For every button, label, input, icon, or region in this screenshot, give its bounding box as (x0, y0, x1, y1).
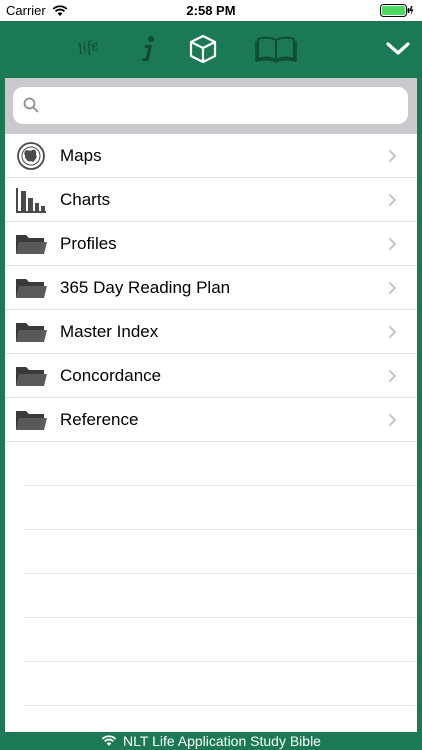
globe-icon (15, 142, 47, 170)
life-logo-icon: life (76, 31, 108, 67)
list-item-reading-plan[interactable]: 365 Day Reading Plan (5, 266, 417, 310)
folder-icon (15, 230, 47, 258)
search-icon (23, 97, 39, 118)
bible-button[interactable] (254, 31, 298, 67)
list-item-label: Concordance (60, 366, 162, 385)
list-item-master-index[interactable]: Master Index (5, 310, 417, 354)
folder-icon (15, 318, 47, 346)
list-item-label: Reference (60, 410, 139, 429)
resources-button[interactable] (187, 31, 219, 67)
chevron-right-icon (388, 413, 397, 432)
chevron-right-icon (388, 237, 397, 256)
status-bar: Carrier 2:58 PM (0, 0, 422, 21)
list-item-reference[interactable]: Reference (5, 398, 417, 442)
chevron-right-icon (388, 369, 397, 388)
chevron-right-icon (388, 281, 397, 300)
empty-row (25, 618, 417, 662)
chevron-right-icon (388, 149, 397, 168)
status-time: 2:58 PM (186, 3, 236, 18)
cube-icon (189, 34, 217, 64)
list-item-maps[interactable]: Maps (5, 134, 417, 178)
folder-icon (15, 406, 47, 434)
bar-chart-icon (15, 186, 47, 214)
resource-list: Maps Charts Profiles 365 Day Reading Pla… (5, 134, 417, 706)
chevron-down-icon (386, 42, 410, 55)
empty-row (25, 662, 417, 706)
wifi-icon (101, 735, 117, 746)
battery-icon (380, 4, 414, 22)
search-bar (5, 78, 417, 134)
chevron-right-icon (388, 325, 397, 344)
info-icon (142, 36, 154, 61)
chevron-right-icon (388, 193, 397, 212)
main-panel: Maps Charts Profiles 365 Day Reading Pla… (5, 78, 417, 732)
list-item-charts[interactable]: Charts (5, 178, 417, 222)
footer-title: NLT Life Application Study Bible (123, 733, 321, 749)
list-item-label: 365 Day Reading Plan (60, 278, 231, 297)
top-toolbar: life (0, 21, 422, 77)
life-logo-text: life (76, 36, 101, 59)
list-item-label: Charts (60, 190, 111, 209)
list-item-concordance[interactable]: Concordance (5, 354, 417, 398)
empty-row (25, 530, 417, 574)
empty-row (25, 574, 417, 618)
collapse-button[interactable] (384, 31, 412, 67)
list-item-label: Profiles (60, 234, 117, 253)
folder-icon (15, 362, 47, 390)
search-input[interactable] (47, 87, 401, 126)
empty-row (25, 442, 417, 486)
empty-row (25, 486, 417, 530)
list-item-label: Maps (60, 146, 102, 165)
list-item-profiles[interactable]: Profiles (5, 222, 417, 266)
folder-icon (15, 274, 47, 302)
search-field[interactable] (13, 87, 408, 126)
life-logo-button[interactable]: life (76, 31, 108, 67)
info-button[interactable] (138, 31, 160, 67)
footer-bar: NLT Life Application Study Bible (0, 732, 422, 750)
list-item-label: Master Index (60, 322, 159, 341)
open-book-icon (255, 36, 297, 63)
